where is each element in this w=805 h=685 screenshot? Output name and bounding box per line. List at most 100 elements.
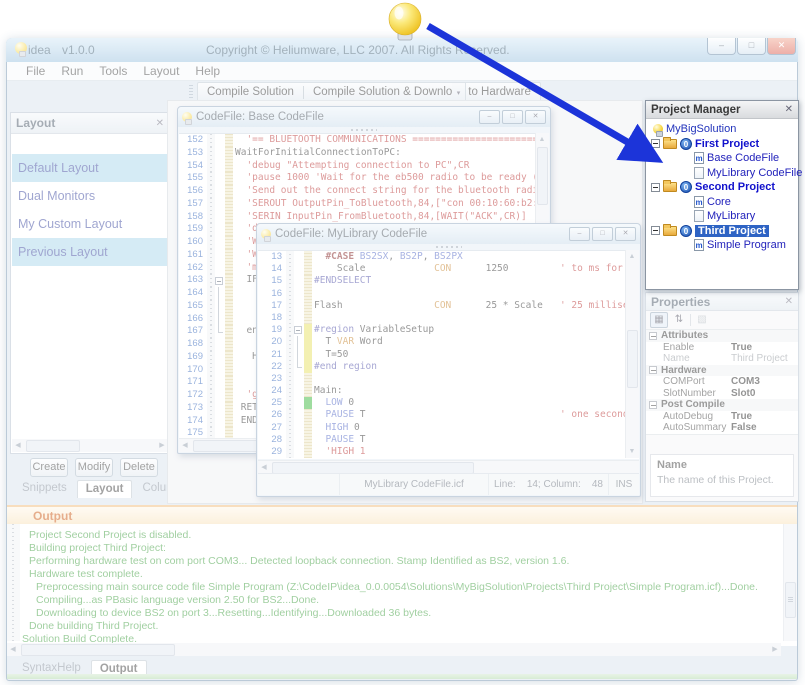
line-number: 166 <box>179 313 207 326</box>
toolbar-button-compile-solution[interactable]: Compile Solution <box>198 84 303 101</box>
layout-panel-close-icon[interactable]: ✕ <box>156 118 164 129</box>
categorized-icon[interactable]: ▦ <box>650 312 668 328</box>
screen: idea v1.0.0 Copyright © Heliumware, LLC … <box>0 0 805 685</box>
layout-item-my-custom-layout[interactable]: My Custom Layout <box>12 210 168 238</box>
sort-alphabetical-icon[interactable]: ⇅ <box>671 313 687 327</box>
output-header[interactable]: Output <box>7 505 797 524</box>
property-row-enable[interactable]: EnableTrue <box>646 342 798 354</box>
scrollbar-thumb[interactable] <box>537 147 548 205</box>
maximize-button[interactable]: □ <box>737 38 766 55</box>
maximize-button[interactable]: □ <box>592 227 613 241</box>
project-manager-close-icon[interactable]: ✕ <box>785 104 793 115</box>
properties-close-icon[interactable]: ✕ <box>785 296 793 307</box>
property-row-name[interactable]: NameThird Project <box>646 353 798 365</box>
scrollbar-thumb[interactable] <box>26 440 80 452</box>
code-window-titlebar[interactable]: CodeFile: MyLibrary CodeFile – □ ✕ <box>257 224 640 244</box>
close-button[interactable]: ✕ <box>615 227 636 241</box>
scrollbar-thumb[interactable] <box>627 330 638 388</box>
property-row-autodebug[interactable]: AutoDebugTrue <box>646 411 798 423</box>
tree-project-first-project[interactable]: 0First Project <box>646 137 798 152</box>
fold-end-icon <box>294 361 304 373</box>
scrollbar-thumb[interactable] <box>21 644 175 656</box>
menu-help[interactable]: Help <box>188 64 227 78</box>
tree-project-second-project[interactable]: 0Second Project <box>646 180 798 195</box>
menu-file[interactable]: File <box>19 64 52 78</box>
change-marker <box>304 263 312 275</box>
menu-layout[interactable]: Layout <box>136 64 186 78</box>
fold-start-icon[interactable] <box>294 324 304 336</box>
fold-end-icon <box>215 325 225 338</box>
fold-start-icon[interactable] <box>215 274 225 287</box>
fold-margin <box>215 172 225 185</box>
tree-item-mylibrary[interactable]: MyLibrary <box>646 209 798 224</box>
title-bar[interactable]: idea v1.0.0 Copyright © Heliumware, LLC … <box>6 38 798 62</box>
vertical-scrollbar[interactable]: ▲ ▼ <box>625 250 639 458</box>
scroll-up-icon[interactable]: ▲ <box>626 250 638 263</box>
margin-strip <box>286 263 294 275</box>
margin-strip <box>207 236 215 249</box>
scroll-left-icon[interactable]: ◀ <box>7 643 19 656</box>
collapse-icon[interactable] <box>649 366 657 374</box>
menu-tools[interactable]: Tools <box>92 64 134 78</box>
tree-item-core[interactable]: mCore <box>646 195 798 210</box>
close-button[interactable]: ✕ <box>767 38 796 55</box>
layout-item-dual-monitors[interactable]: Dual Monitors <box>12 182 168 210</box>
layout-list-hscrollbar[interactable]: ◀ ▶ <box>12 439 168 452</box>
minimize-button[interactable]: – <box>707 38 736 55</box>
toolbar-button-compile-solution-download-to-hardware[interactable]: Compile Solution & Download to Hardware <box>304 84 540 101</box>
property-pages-icon[interactable]: ▧ <box>694 313 710 327</box>
layout-item-previous-layout[interactable]: Previous Layout <box>12 238 168 266</box>
toolbar-grip-icon[interactable] <box>189 84 193 98</box>
tree-project-third-project[interactable]: 0Third Project <box>646 224 798 239</box>
line-number: 26 <box>258 409 286 421</box>
output-log[interactable]: Project Second Project is disabled.Build… <box>7 524 797 646</box>
scrollbar-thumb[interactable] <box>785 582 796 618</box>
property-row-autosummary[interactable]: AutoSummaryFalse <box>646 422 798 434</box>
modify-button[interactable]: Modify <box>75 458 113 477</box>
code-text: T VAR Word <box>312 336 639 348</box>
layout-list: Default LayoutDual MonitorsMy Custom Lay… <box>12 134 168 439</box>
maximize-button[interactable]: □ <box>502 110 523 124</box>
property-category-hardware[interactable]: Hardware <box>646 365 798 377</box>
minimize-button[interactable]: – <box>479 110 500 124</box>
tree-item-mylibrary-codefile[interactable]: MyLibrary CodeFile <box>646 166 798 181</box>
code-editor[interactable]: 13 #CASE BS2SX, BS2P, BS2PX14 Scale CON … <box>258 250 639 459</box>
output-line: Project Second Project is disabled. <box>7 529 797 542</box>
code-window-titlebar[interactable]: CodeFile: Base CodeFile – □ ✕ <box>178 107 550 127</box>
property-category-post-compile[interactable]: Post Compile <box>646 399 798 411</box>
close-button[interactable]: ✕ <box>525 110 546 124</box>
tab-snippets[interactable]: Snippets <box>14 480 75 498</box>
line-number: 27 <box>258 422 286 434</box>
tree-item-simple-program[interactable]: mSimple Program <box>646 238 798 253</box>
menu-run[interactable]: Run <box>54 64 90 78</box>
code-text: Scale CON 1250 ' to ms for 0. <box>312 263 639 275</box>
layout-item-default-layout[interactable]: Default Layout <box>12 154 168 182</box>
property-row-slotnumber[interactable]: SlotNumberSlot0 <box>646 388 798 400</box>
tree-item-base-codefile[interactable]: mBase CodeFile <box>646 151 798 166</box>
scroll-up-icon[interactable]: ▲ <box>536 133 548 146</box>
scroll-left-icon[interactable]: ◀ <box>12 439 24 452</box>
tab-layout[interactable]: Layout <box>77 480 133 498</box>
scroll-left-icon[interactable]: ◀ <box>179 439 191 452</box>
tree-root-solution[interactable]: MyBigSolution <box>646 122 798 137</box>
output-hscrollbar[interactable]: ◀ ▶ <box>7 643 781 656</box>
create-button[interactable]: Create <box>30 458 68 477</box>
toolbar-overflow-button[interactable]: ▾ <box>452 82 466 102</box>
collapse-icon[interactable] <box>651 183 660 192</box>
scroll-down-icon[interactable]: ▼ <box>626 445 638 458</box>
collapse-icon[interactable] <box>651 139 660 148</box>
change-marker <box>225 364 233 377</box>
property-row-comport[interactable]: COMPortCOM3 <box>646 376 798 388</box>
horizontal-scrollbar[interactable]: ◀ <box>258 460 639 474</box>
change-marker <box>225 313 233 326</box>
scroll-right-icon[interactable]: ▶ <box>769 643 781 656</box>
output-vscrollbar[interactable] <box>783 524 797 641</box>
collapse-icon[interactable] <box>651 226 660 235</box>
collapse-icon[interactable] <box>649 401 657 409</box>
property-category-attributes[interactable]: Attributes <box>646 330 798 342</box>
minimize-button[interactable]: – <box>569 227 590 241</box>
delete-button[interactable]: Delete <box>120 458 158 477</box>
code-window-mylibrary-codefile[interactable]: CodeFile: MyLibrary CodeFile – □ ✕ 13 #C… <box>256 223 641 497</box>
collapse-icon[interactable] <box>649 332 657 340</box>
line-number: 169 <box>179 351 207 364</box>
